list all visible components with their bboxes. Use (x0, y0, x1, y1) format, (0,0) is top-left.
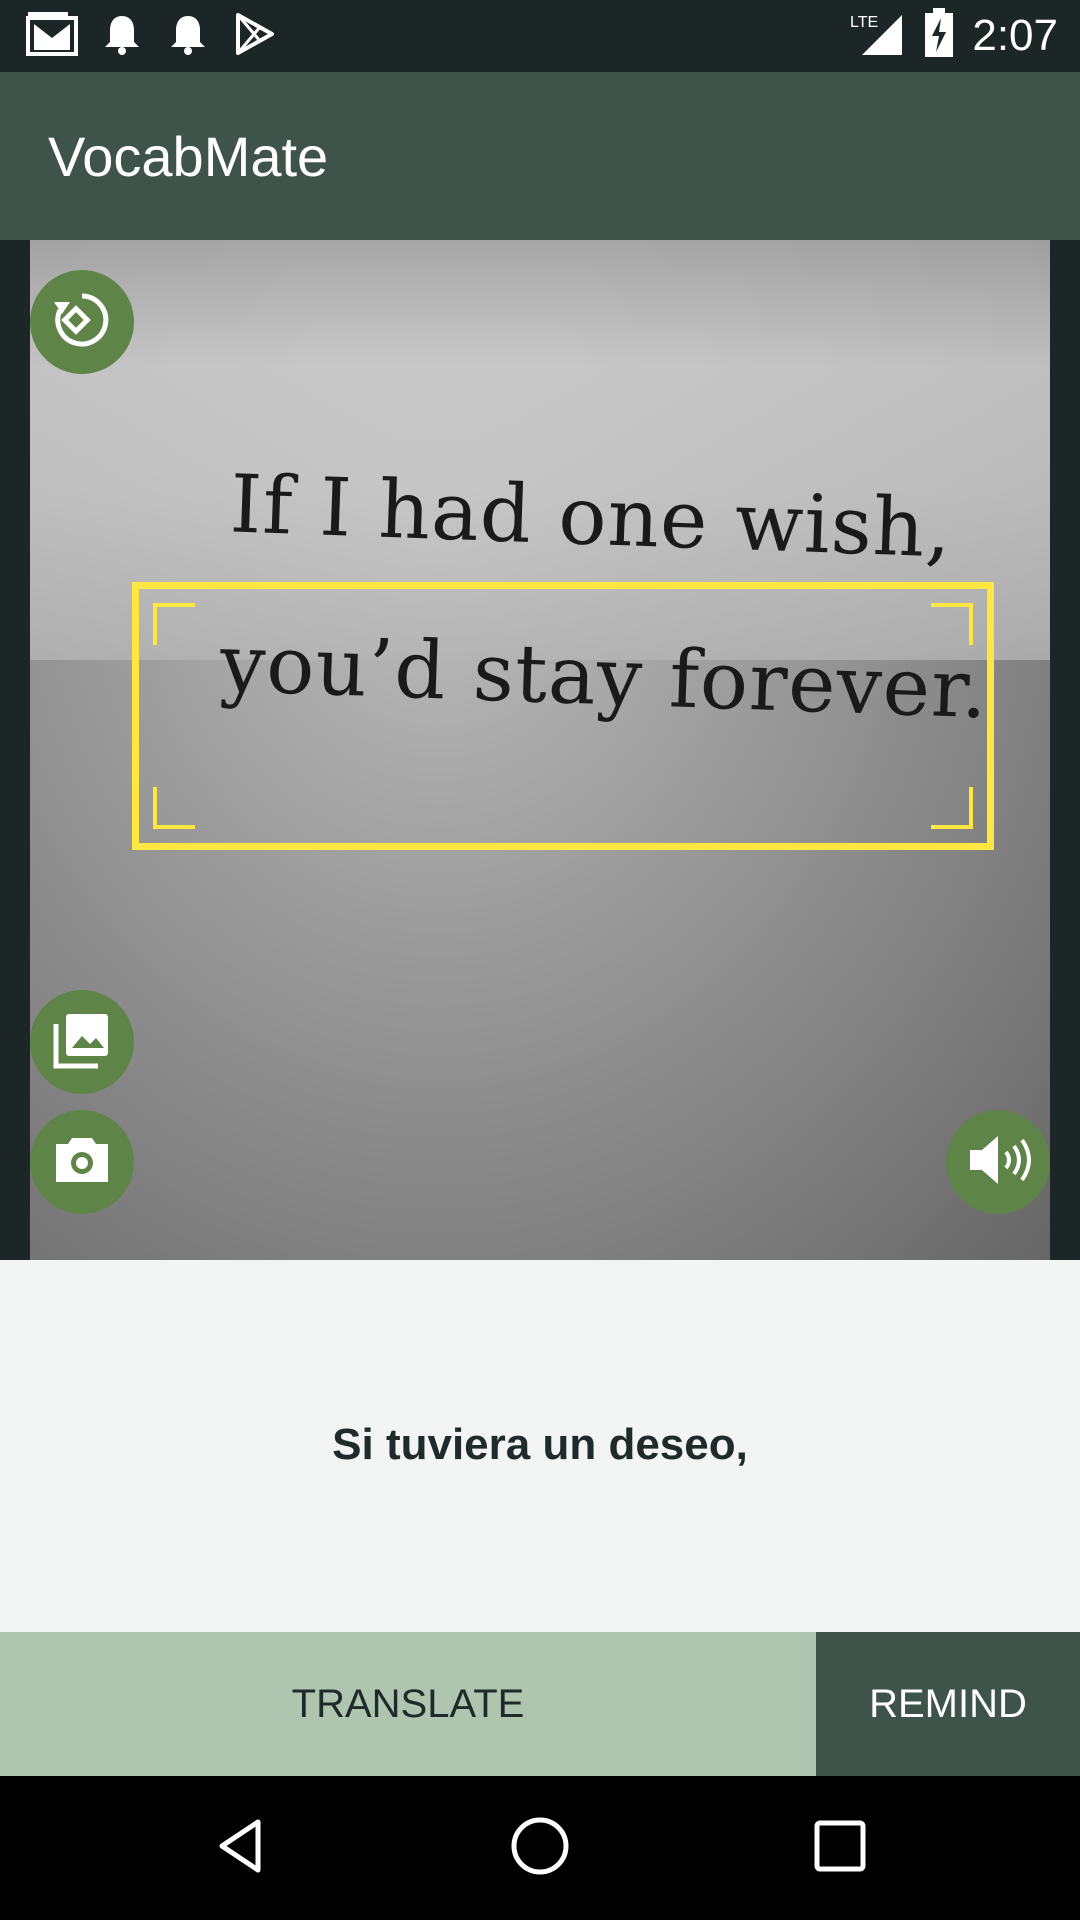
notification-bell-icon (166, 12, 210, 61)
translate-button[interactable]: TRANSLATE (0, 1632, 816, 1776)
text-selection-box[interactable] (132, 582, 994, 850)
rotate-icon (50, 288, 114, 357)
network-type-label: LTE (850, 14, 878, 31)
remind-button[interactable]: REMIND (816, 1632, 1080, 1776)
clock-time: 2:07 (972, 10, 1058, 60)
battery-charging-icon (924, 8, 954, 63)
home-button[interactable] (504, 1812, 576, 1884)
selection-corner-bottom-left[interactable] (153, 787, 195, 829)
app-title: VocabMate (48, 125, 329, 188)
play-store-icon (232, 12, 276, 61)
signal-icon: LTE (850, 9, 906, 62)
back-icon (210, 1816, 270, 1881)
recents-button[interactable] (804, 1812, 876, 1884)
speaker-icon (962, 1128, 1034, 1197)
status-bar: LTE 2:07 (0, 0, 1080, 72)
selection-corner-top-left[interactable] (153, 603, 195, 645)
selection-corner-bottom-right[interactable] (931, 787, 973, 829)
camera-preview-area: If I had one wish, you’d stay forever. (0, 240, 1080, 1260)
camera-button[interactable] (30, 1110, 134, 1214)
rotate-button[interactable] (30, 270, 134, 374)
translation-panel: Si tuviera un deseo, (0, 1260, 1080, 1632)
back-button[interactable] (204, 1812, 276, 1884)
gallery-button[interactable] (30, 990, 134, 1094)
home-icon (508, 1814, 572, 1883)
notification-bell-icon (100, 12, 144, 61)
system-nav-bar (0, 1776, 1080, 1920)
gmail-icon (26, 12, 78, 61)
recents-icon (812, 1818, 868, 1879)
system-icons: LTE 2:07 (850, 8, 1058, 63)
speak-button[interactable] (946, 1110, 1050, 1214)
app-bar: VocabMate (0, 72, 1080, 240)
translation-result: Si tuviera un deseo, (332, 1420, 748, 1469)
camera-icon (50, 1128, 114, 1197)
gallery-icon (50, 1008, 114, 1077)
selection-corner-top-right[interactable] (931, 603, 973, 645)
notification-icons (26, 12, 276, 61)
